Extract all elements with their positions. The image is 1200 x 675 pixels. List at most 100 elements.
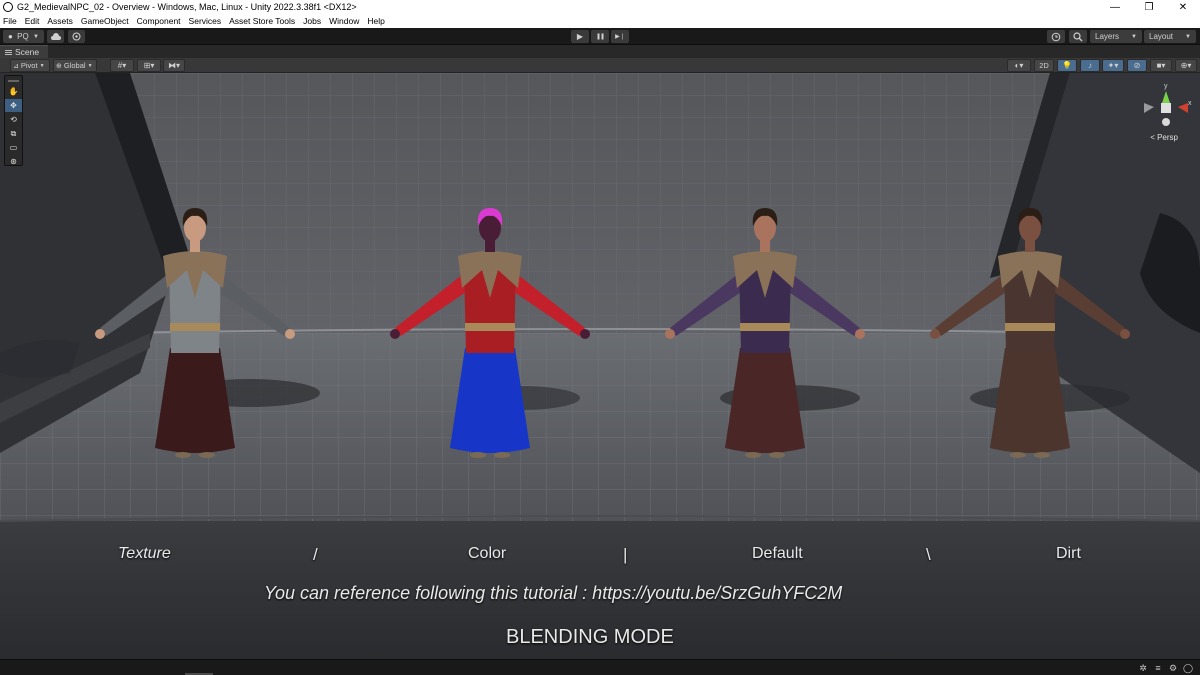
toggle-2d-button[interactable]: 2D (1034, 59, 1054, 72)
audio-icon: ♪ (1088, 61, 1092, 70)
gizmo-center-cube[interactable] (1161, 103, 1171, 113)
cloud-button[interactable] (47, 30, 64, 43)
character-default (665, 208, 865, 458)
global-toggle[interactable]: ⊕ Global ▼ (53, 59, 97, 72)
menu-jobs[interactable]: Jobs (303, 16, 321, 26)
window-titlebar: G2_MedievalNPC_02 - Overview - Windows, … (0, 0, 1200, 14)
account-icon: ● (8, 32, 13, 41)
character-left-foot (1010, 452, 1026, 458)
character-right-foot (494, 452, 510, 458)
undo-history-button[interactable] (1047, 30, 1065, 43)
character-right-hand (285, 329, 295, 339)
minimize-button[interactable]: — (1098, 0, 1132, 14)
step-button[interactable]: ▶❘ (611, 30, 629, 43)
hidden-objects-toggle[interactable]: ⊘ (1127, 59, 1147, 72)
separator-1: / (313, 545, 318, 564)
menu-bar: File Edit Assets GameObject Component Se… (0, 14, 1200, 28)
menu-help[interactable]: Help (367, 16, 384, 26)
move-tool-icon[interactable]: ✥ (5, 99, 22, 112)
settings-icon[interactable]: ⚙ (1168, 663, 1178, 673)
character-left-hand (390, 329, 400, 339)
draw-mode-dropdown[interactable]: ◐▾ (1007, 59, 1031, 72)
character-left-arm (100, 270, 177, 336)
rect-tool-icon[interactable]: ▭ (5, 141, 22, 154)
character-dirt (930, 208, 1130, 458)
scale-tool-icon[interactable]: ⧉ (5, 127, 22, 140)
character-belt (740, 323, 790, 331)
effects-dropdown[interactable]: ✦▾ (1102, 59, 1124, 72)
persp-chevron-icon: < (1150, 133, 1155, 142)
globe-icon: ⊕ (56, 62, 62, 70)
layout-dropdown[interactable]: Layout ▼ (1144, 30, 1196, 43)
collab-button[interactable] (68, 30, 85, 43)
character-belt (170, 323, 220, 331)
audio-toggle[interactable]: ♪ (1080, 59, 1100, 72)
character-belt (1005, 323, 1055, 331)
increment-snap-button[interactable]: ⧓▾ (163, 59, 185, 72)
character-texture (95, 208, 295, 458)
menu-edit[interactable]: Edit (25, 16, 40, 26)
menu-component[interactable]: Component (137, 16, 181, 26)
account-label: PQ (17, 32, 29, 41)
rotate-tool-icon[interactable]: ⟲ (5, 113, 22, 126)
menu-file[interactable]: File (3, 16, 17, 26)
character-left-foot (470, 452, 486, 458)
perspective-label[interactable]: < Persp (1150, 133, 1178, 142)
history-icon (1051, 32, 1061, 41)
camera-dropdown[interactable]: ■▾ (1150, 59, 1172, 72)
character-right-hand (1120, 329, 1130, 339)
lighting-toggle[interactable]: 💡 (1057, 59, 1077, 72)
snap-increment-button[interactable]: ⊞▾ (137, 59, 161, 72)
character-left-arm (935, 270, 1012, 336)
layers-dropdown[interactable]: Layers ▼ (1090, 30, 1142, 43)
play-icon: ▶ (576, 32, 584, 41)
status-bar: ✲ ≡ ⚙ ◯ (0, 659, 1200, 675)
pause-button[interactable]: ❚❚ (591, 30, 609, 43)
gizmo-y-label: y (1164, 83, 1168, 90)
gizmo-y-cone[interactable] (1162, 91, 1170, 103)
tab-scene[interactable]: Scene (0, 45, 48, 58)
gizmo-x-cone[interactable] (1178, 103, 1188, 113)
gizmo-neg-y[interactable] (1162, 118, 1170, 126)
separator-2: | (623, 545, 628, 564)
transform-tool-icon[interactable]: ⊛ (5, 155, 22, 168)
character-right-arm (1048, 270, 1125, 336)
menu-window[interactable]: Window (329, 16, 359, 26)
grid-snap-button[interactable]: #▾ (110, 59, 134, 72)
window-title: G2_MedievalNPC_02 - Overview - Windows, … (17, 2, 357, 12)
character-right-foot (199, 452, 215, 458)
tool-palette: ✋ ✥ ⟲ ⧉ ▭ ⊛ (4, 75, 23, 166)
hand-tool-icon[interactable]: ✋ (5, 85, 22, 98)
circle-icon[interactable]: ◯ (1183, 663, 1193, 673)
character-right-arm (508, 270, 585, 336)
character-left-hand (95, 329, 105, 339)
chevron-down-icon: ▼ (33, 33, 39, 40)
grid-icon: #▾ (117, 61, 127, 70)
menu-services[interactable]: Services (189, 16, 222, 26)
search-button[interactable] (1069, 30, 1087, 43)
main-toolbar: ● PQ ▼ ▶ ❚❚ ▶❘ Layers ▼ Layout ▼ (0, 28, 1200, 45)
scene-viewport[interactable]: ✋ ✥ ⟲ ⧉ ▭ ⊛ y x < Persp Texture / Color … (0, 73, 1200, 659)
gizmos-icon: ⊕▾ (1180, 61, 1192, 70)
restore-button[interactable]: ❐ (1132, 0, 1166, 14)
persp-text: Persp (1157, 133, 1178, 142)
character-right-arm (783, 270, 860, 336)
palette-grip[interactable] (5, 76, 22, 85)
play-button[interactable]: ▶ (571, 30, 589, 43)
bug-icon[interactable]: ✲ (1138, 663, 1148, 673)
gizmo-neg-x-cone[interactable] (1144, 103, 1154, 113)
character-skirt (990, 348, 1070, 453)
label-dirt: Dirt (1056, 545, 1081, 562)
close-button[interactable]: ✕ (1166, 0, 1200, 14)
layout-label: Layout (1149, 32, 1174, 41)
menu-asset-store-tools[interactable]: Asset Store Tools (229, 16, 295, 26)
database-icon[interactable]: ≡ (1153, 663, 1163, 673)
scene-tab-bar: Scene (0, 45, 1200, 58)
menu-assets[interactable]: Assets (47, 16, 73, 26)
gizmos-dropdown[interactable]: ⊕▾ (1175, 59, 1197, 72)
pivot-toggle[interactable]: ⊿ Pivot ▼ (10, 59, 50, 72)
menu-gameobject[interactable]: GameObject (81, 16, 129, 26)
account-dropdown[interactable]: ● PQ ▼ (3, 30, 44, 43)
scene-grid-icon (5, 49, 12, 55)
search-icon (1073, 31, 1083, 41)
